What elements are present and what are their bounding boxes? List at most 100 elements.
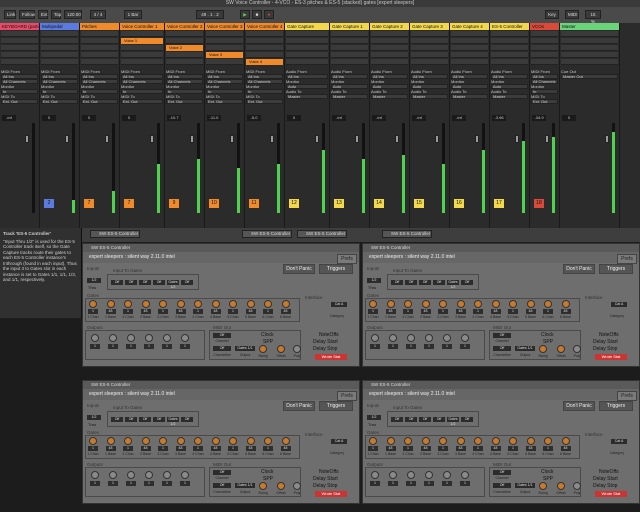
dont-panic-button[interactable]: Don't Panic — [563, 264, 595, 274]
gate-value[interactable]: 48 — [175, 309, 186, 314]
output-value[interactable]: 1 — [162, 344, 172, 349]
channelise-off[interactable]: Off — [213, 483, 231, 488]
clip-slot[interactable] — [1, 45, 38, 51]
clip-slot[interactable] — [246, 52, 283, 58]
track-column[interactable]: Voice Controller 2 Voice 2 MIDI From All In… — [165, 23, 205, 228]
io-chooser[interactable]: Ext. Out — [166, 99, 203, 104]
output-value[interactable]: 1 — [180, 481, 190, 486]
thru-value[interactable]: 1/2 — [87, 278, 101, 283]
output-knob[interactable] — [389, 471, 397, 479]
gate-knob[interactable] — [194, 300, 202, 308]
clip-slot[interactable] — [331, 38, 368, 44]
gate-value[interactable]: 48 — [525, 309, 536, 314]
thru-value[interactable]: 1/2 — [367, 278, 381, 283]
volume-fader[interactable] — [475, 135, 479, 143]
output-value[interactable]: 1 — [144, 481, 154, 486]
track-title[interactable]: Gate Capture 4 — [450, 23, 489, 30]
track-title[interactable]: Gate Capture 2 — [370, 23, 409, 30]
device-tab-3[interactable]: SW ES-5 Controller — [297, 230, 347, 238]
clip-slot[interactable] — [561, 45, 618, 51]
output-value[interactable]: 1 — [424, 344, 434, 349]
gate-value[interactable]: 48 — [385, 446, 396, 451]
track-activator[interactable]: 17 — [494, 199, 504, 208]
clip-slot[interactable] — [206, 38, 243, 44]
volume-readout[interactable]: 0 — [287, 115, 301, 121]
track-column[interactable]: Gate Capture 2 Audio From All Ins Monitor Au… — [370, 23, 410, 228]
triggers-button[interactable]: Triggers — [319, 264, 353, 274]
volume-fader[interactable] — [230, 135, 234, 143]
clip-slot[interactable] — [81, 59, 118, 65]
gate-value[interactable]: 1 — [123, 446, 133, 451]
gate-value[interactable]: 48 — [140, 309, 151, 314]
clip-slot[interactable] — [491, 31, 528, 37]
clip-slot[interactable] — [561, 38, 618, 44]
gate-knob[interactable] — [211, 437, 220, 445]
song-position-field[interactable]: 49 . 1 . 2 — [196, 10, 224, 19]
gate-knob[interactable] — [281, 437, 290, 445]
track-activator[interactable]: 12 — [289, 199, 299, 208]
io-chooser[interactable]: Ext. Out — [531, 99, 558, 104]
volume-fader[interactable] — [545, 135, 549, 143]
output-knob[interactable] — [163, 471, 171, 479]
output-value[interactable]: 1 — [90, 481, 100, 486]
clip-slot[interactable] — [491, 59, 528, 65]
gate-knob[interactable] — [491, 300, 500, 308]
clip-slot[interactable] — [411, 45, 448, 51]
category-value[interactable]: Cat A — [611, 439, 627, 444]
clip-slot[interactable] — [331, 52, 368, 58]
clip-slot[interactable] — [206, 59, 243, 65]
track-title[interactable]: Gate Capture — [285, 23, 329, 30]
clip-slot[interactable] — [1, 59, 38, 65]
output-value[interactable]: 1 — [108, 344, 118, 349]
clip[interactable]: Voice 2 — [166, 45, 203, 51]
output-knob[interactable] — [371, 471, 379, 479]
clip-slot[interactable] — [561, 52, 618, 58]
clip-slot[interactable] — [41, 45, 78, 51]
gate-value[interactable]: 48 — [490, 446, 501, 451]
midi-map-button[interactable]: MIDI — [565, 10, 579, 19]
prefs-button[interactable]: Prefs — [337, 391, 357, 401]
output-value[interactable]: 1 — [406, 344, 416, 349]
output-knob[interactable] — [461, 334, 469, 342]
wrote-stat-button[interactable]: Wrote Stat — [595, 491, 627, 497]
thru-value[interactable]: 1/2 — [87, 415, 101, 420]
channel-off[interactable]: Off — [213, 470, 231, 475]
gate-value[interactable]: 48 — [210, 446, 221, 451]
gate-knob[interactable] — [89, 300, 97, 308]
category-value[interactable]: Cat A — [331, 302, 347, 307]
clip-slot[interactable] — [206, 45, 243, 51]
clip-slot[interactable] — [166, 52, 203, 58]
dont-panic-button[interactable]: Don't Panic — [283, 401, 315, 411]
channelise-off[interactable]: Off — [213, 346, 231, 351]
clip-slot[interactable] — [371, 38, 408, 44]
volume-fader[interactable] — [25, 135, 29, 143]
offset-knob[interactable] — [277, 345, 285, 353]
wrote-stat-button[interactable]: Wrote Stat — [315, 354, 347, 360]
clip-slot[interactable] — [246, 45, 283, 51]
clip-slot[interactable] — [491, 52, 528, 58]
gate-knob[interactable] — [491, 437, 500, 445]
clip-slot[interactable] — [531, 31, 558, 37]
device-tab-4[interactable]: SW ES-5 Controller — [382, 230, 432, 238]
clip-slot[interactable] — [286, 38, 328, 44]
dont-panic-button[interactable]: Don't Panic — [283, 264, 315, 274]
track-column[interactable]: ES-5 Controller Audio From All Ins Monitor A… — [490, 23, 530, 228]
poly-knob[interactable] — [293, 482, 301, 490]
io-chooser[interactable]: Ext. Out — [1, 99, 38, 104]
wrote-stat-button[interactable]: Wrote Stat — [595, 354, 627, 360]
gate-knob[interactable] — [474, 437, 482, 445]
triggers-button[interactable]: Triggers — [319, 401, 353, 411]
gate-value[interactable]: 1 — [438, 309, 448, 314]
clip-slot[interactable] — [411, 52, 448, 58]
tap-tempo-button[interactable]: Tap — [51, 10, 61, 19]
track-column[interactable]: Master Cue Out Master Out 0 — [560, 23, 620, 228]
gate-knob[interactable] — [386, 437, 395, 445]
swing-knob[interactable] — [539, 482, 547, 490]
prefs-button[interactable]: Prefs — [617, 254, 637, 264]
io-chooser[interactable]: Master — [371, 94, 408, 99]
gate-knob[interactable] — [159, 300, 167, 308]
device-tab-1[interactable]: SW ES-5 Controller — [90, 230, 140, 238]
quantize-menu[interactable]: 1 Bar — [124, 10, 142, 19]
gate-knob[interactable] — [509, 300, 517, 308]
plugin-window-title[interactable]: SW ES-5 Controller — [363, 381, 639, 389]
